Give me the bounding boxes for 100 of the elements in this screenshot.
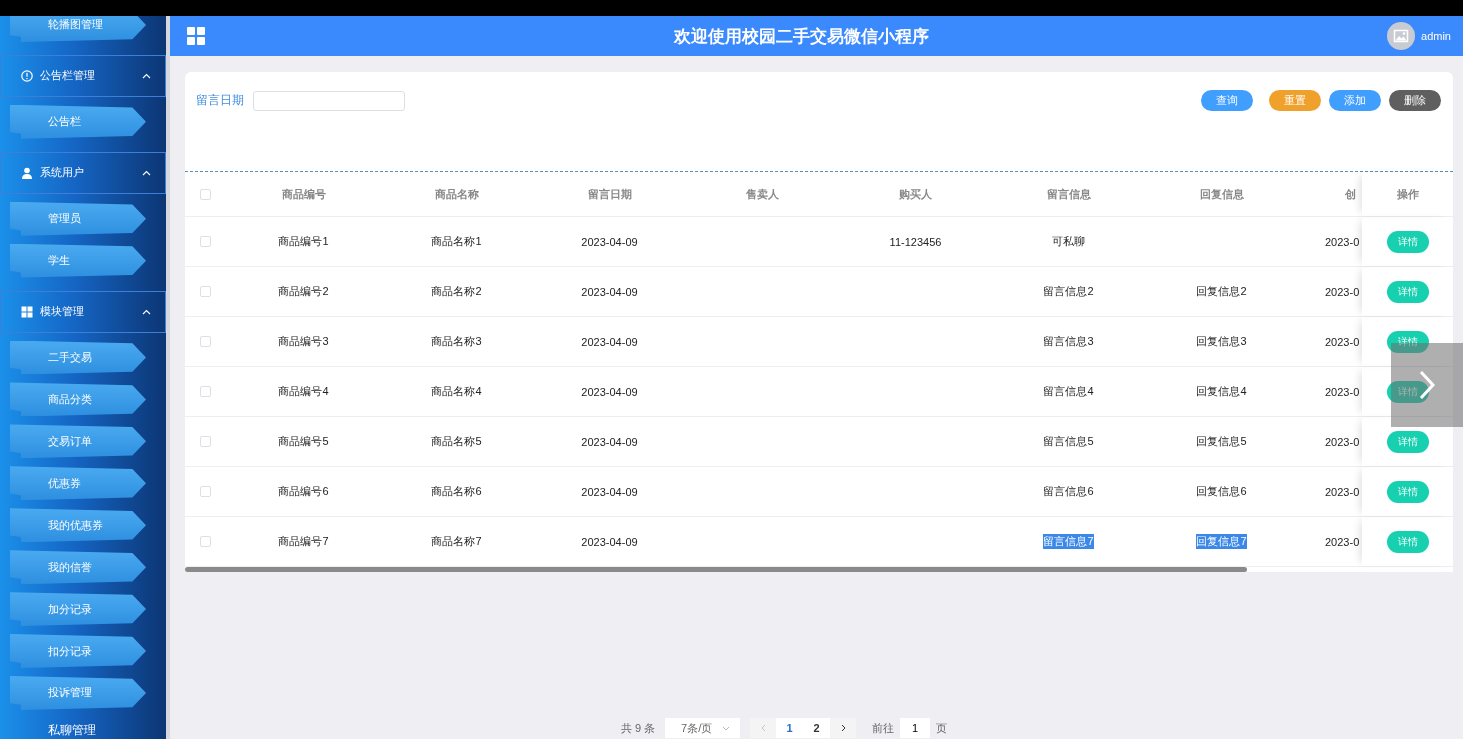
page-title: 欢迎使用校园二手交易微信小程序 (674, 25, 929, 48)
details-button[interactable]: 详情 (1386, 430, 1429, 453)
table-cell: 商品名称2 (431, 284, 482, 299)
menu-group[interactable]: 公告栏管理 (0, 54, 166, 97)
table-cell: 2023-0 (1325, 285, 1360, 298)
table-cell: 商品编号6 (278, 484, 329, 499)
sidebar-link[interactable]: 优惠券 (10, 466, 146, 501)
sidebar-link[interactable]: 学生 (10, 243, 146, 278)
table-cell: 留言信息4 (1043, 384, 1094, 399)
table-cell: 商品名称1 (431, 234, 482, 249)
details-button[interactable]: 详情 (1386, 480, 1429, 503)
query-button[interactable]: 查询 (1201, 90, 1253, 111)
sidebar-link[interactable]: 投诉管理 (10, 676, 146, 710)
table-cell: 2023-04-09 (581, 535, 638, 548)
row-checkbox[interactable] (200, 286, 211, 297)
column-header: 创 (1345, 186, 1356, 202)
table-cell: 2023-0 (1325, 435, 1360, 448)
table-cell: 2023-04-09 (581, 235, 638, 248)
column-header: 留言信息 (1046, 186, 1091, 202)
sidebar-link[interactable]: 公告栏 (10, 104, 146, 139)
page-number[interactable]: 1 (776, 718, 804, 738)
table-cell: 2023-04-09 (581, 485, 638, 498)
prev-page-button[interactable] (750, 718, 777, 738)
table-cell: 商品名称5 (431, 434, 482, 449)
row-checkbox[interactable] (200, 386, 211, 397)
sidebar-link[interactable]: 私聊管理 (0, 713, 166, 739)
page-suffix: 页 (936, 720, 948, 736)
chevron-right-icon (840, 724, 846, 732)
chevron-down-icon (722, 725, 731, 731)
sidebar-link[interactable]: 轮播图管理 (10, 16, 146, 42)
sidebar-link[interactable]: 管理员 (10, 201, 146, 236)
details-button[interactable]: 详情 (1386, 230, 1429, 253)
delete-button[interactable]: 删除 (1389, 90, 1441, 111)
sidebar-link[interactable]: 商品分类 (10, 382, 146, 417)
total-count: 共 9 条 (620, 720, 656, 736)
select-all-checkbox[interactable] (200, 188, 211, 200)
grid-menu-icon[interactable] (187, 27, 205, 45)
table-cell: 留言信息5 (1043, 434, 1094, 449)
sidebar-link[interactable]: 交易订单 (10, 424, 146, 459)
sidebar-link[interactable]: 我的优惠券 (10, 508, 146, 543)
page-input-field[interactable]: 1 (900, 718, 931, 738)
grid-icon (21, 305, 33, 318)
menu-group[interactable]: 模块管理 (0, 290, 166, 333)
sidebar-link[interactable]: 加分记录 (10, 592, 146, 627)
details-button[interactable]: 详情 (1386, 330, 1429, 353)
sidebar-link[interactable]: 二手交易 (10, 340, 146, 375)
table-cell: 商品名称7 (431, 534, 482, 549)
column-header: 售卖人 (746, 186, 779, 202)
table-cell: 回复信息7 (1196, 534, 1247, 549)
table-cell: 2023-0 (1325, 235, 1360, 248)
reset-button[interactable]: 重置 (1269, 90, 1321, 111)
table-cell: 11-123456 (889, 235, 942, 248)
table-cell: 留言信息2 (1043, 284, 1094, 299)
table-cell: 商品编号3 (278, 334, 329, 349)
column-header: 回复信息 (1199, 186, 1244, 202)
column-header: 留言日期 (587, 186, 632, 202)
table-cell: 2023-0 (1325, 485, 1360, 498)
date-input-field[interactable] (253, 90, 405, 111)
details-button[interactable]: 详情 (1386, 380, 1429, 403)
table-cell: 2023-0 (1325, 535, 1360, 548)
row-checkbox[interactable] (200, 336, 211, 347)
table-cell: 留言信息6 (1043, 484, 1094, 499)
sidebar-link[interactable]: 我的信誉 (10, 550, 146, 585)
details-button[interactable]: 详情 (1386, 280, 1429, 303)
page-number[interactable]: 2 (803, 718, 831, 738)
page-size-select[interactable]: 7条/页 (665, 718, 741, 738)
search-label: 留言日期 (196, 92, 244, 109)
sidebar-link[interactable]: 扣分记录 (10, 634, 146, 668)
column-header: 商品编号 (281, 186, 326, 202)
table-cell: 2023-04-09 (581, 335, 638, 348)
goto-label: 前往 (872, 720, 895, 736)
scrollbar[interactable] (185, 567, 1247, 572)
table-cell: 商品编号5 (278, 434, 329, 449)
table-cell: 商品名称4 (431, 384, 482, 399)
menu-group[interactable]: 系统用户 (0, 151, 166, 194)
table-cell: 留言信息3 (1043, 334, 1094, 349)
table-cell: 商品编号7 (278, 534, 329, 549)
chevron-right-icon (1418, 370, 1436, 400)
table-cell: 2023-0 (1325, 385, 1360, 398)
row-checkbox[interactable] (200, 536, 211, 547)
row-checkbox[interactable] (200, 436, 211, 447)
table-cell: 可私聊 (1052, 234, 1085, 249)
next-page-button[interactable] (830, 718, 857, 738)
add-button[interactable]: 添加 (1329, 90, 1381, 111)
row-checkbox[interactable] (200, 486, 211, 497)
row-checkbox[interactable] (200, 236, 211, 247)
table-cell: 商品编号4 (278, 384, 329, 399)
table-cell: 回复信息2 (1196, 284, 1247, 299)
table-cell: 商品编号1 (278, 234, 329, 249)
table-cell: 商品名称6 (431, 484, 482, 499)
details-button[interactable]: 详情 (1386, 530, 1429, 553)
table-cell: 2023-04-09 (581, 385, 638, 398)
info-icon (21, 69, 33, 82)
user-name[interactable]: admin (1421, 30, 1451, 42)
table-cell: 回复信息6 (1196, 484, 1247, 499)
table-cell: 回复信息4 (1196, 384, 1247, 399)
avatar-icon[interactable] (1387, 22, 1416, 50)
column-header: 操作 (1396, 186, 1419, 202)
table-cell: 回复信息3 (1196, 334, 1247, 349)
column-header: 商品名称 (434, 186, 479, 202)
